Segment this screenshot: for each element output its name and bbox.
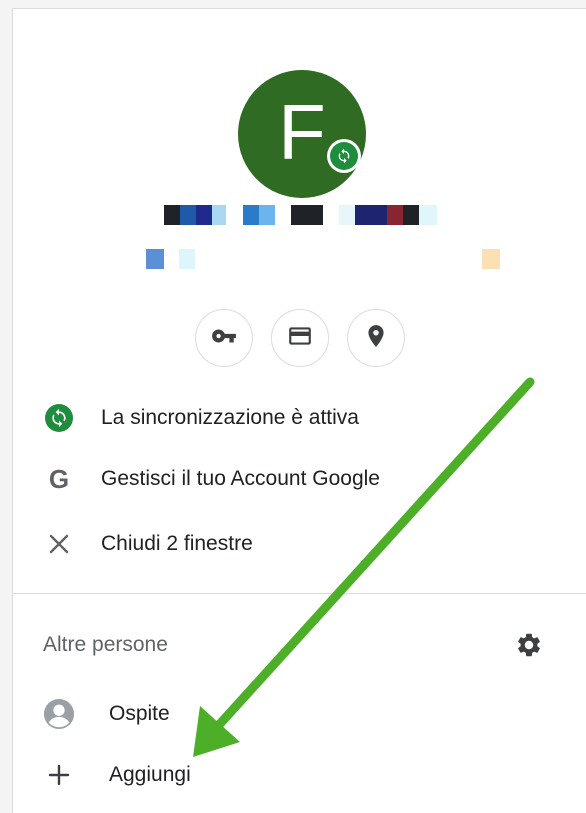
- guest-avatar-icon: [43, 698, 75, 730]
- sync-icon: [43, 402, 75, 434]
- close-windows-label: Chiudi 2 finestre: [101, 532, 253, 555]
- google-g-icon: G: [48, 463, 70, 494]
- addresses-button[interactable]: [347, 309, 405, 367]
- other-people-title: Altre persone: [43, 633, 168, 656]
- manage-people-gear-icon[interactable]: [513, 629, 545, 661]
- avatar-initial: F: [278, 88, 326, 176]
- manage-account-item[interactable]: G Gestisci il tuo Account Google: [13, 455, 586, 503]
- sync-status-item[interactable]: La sincronizzazione è attiva: [13, 394, 586, 442]
- profile-menu-panel: F La sincronizzazione è attiva G Gestisc…: [12, 8, 586, 813]
- guest-label: Ospite: [109, 702, 170, 725]
- sync-badge-icon: [327, 139, 361, 173]
- location-pin-icon: [363, 323, 389, 354]
- sync-status-label: La sincronizzazione è attiva: [101, 406, 359, 429]
- guest-item[interactable]: Ospite: [13, 690, 586, 738]
- key-icon: [211, 323, 237, 354]
- close-icon: [43, 528, 75, 560]
- close-windows-item[interactable]: Chiudi 2 finestre: [13, 520, 586, 568]
- section-divider: [13, 593, 586, 594]
- passwords-button[interactable]: [195, 309, 253, 367]
- add-person-label: Aggiungi: [109, 763, 191, 786]
- manage-account-label: Gestisci il tuo Account Google: [101, 467, 380, 490]
- payment-methods-button[interactable]: [271, 309, 329, 367]
- credit-card-icon: [287, 323, 313, 354]
- add-person-item[interactable]: Aggiungi: [13, 751, 586, 799]
- profile-avatar: F: [238, 70, 366, 198]
- plus-icon: [43, 759, 75, 791]
